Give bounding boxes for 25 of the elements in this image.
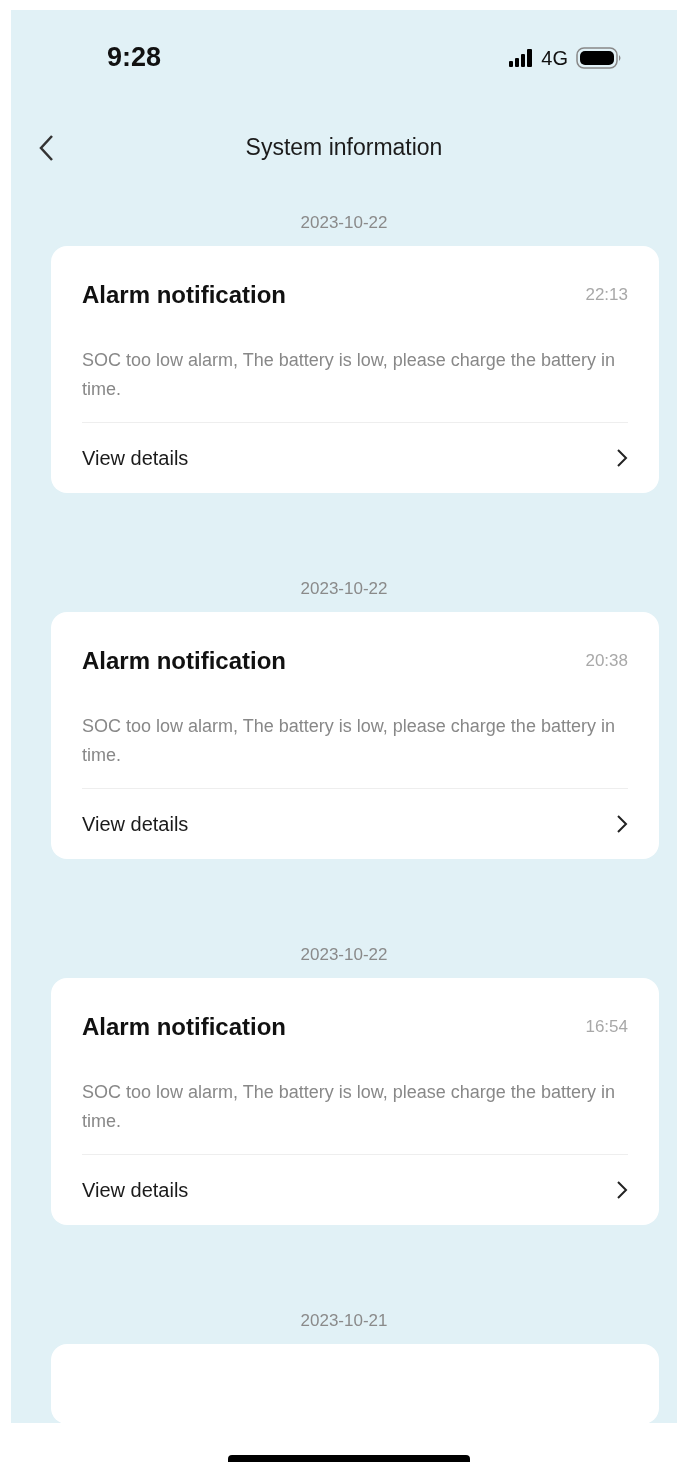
status-time: 9:28	[107, 41, 162, 75]
notification-message: SOC too low alarm, The battery is low, please charge the battery in time.	[82, 332, 628, 423]
page-title: System information	[245, 132, 443, 162]
notification-title: Alarm notification	[82, 646, 286, 676]
signal-icon	[509, 48, 534, 67]
back-button[interactable]	[38, 134, 54, 162]
network-label: 4G	[541, 45, 568, 71]
view-details-link[interactable]: View details	[82, 1155, 628, 1225]
notification-title: Alarm notification	[82, 1012, 286, 1042]
chevron-right-icon	[616, 448, 628, 468]
chevron-right-icon	[616, 814, 628, 834]
date-label: 2023-10-22	[299, 212, 389, 234]
notification-message: SOC too low alarm, The battery is low, please charge the battery in time.	[82, 698, 628, 789]
notification-time: 20:38	[585, 650, 628, 673]
date-label: 2023-10-22	[299, 578, 389, 600]
battery-icon	[576, 46, 622, 69]
notification-time: 16:54	[585, 1016, 628, 1039]
notification-message: SOC too low alarm, The battery is low, please charge the battery in time.	[82, 1064, 628, 1155]
date-label: 2023-10-21	[299, 1310, 389, 1332]
chevron-right-icon	[616, 1180, 628, 1200]
notification-title: Alarm notification	[82, 280, 286, 310]
view-details-link[interactable]: View details	[82, 789, 628, 859]
date-label: 2023-10-22	[299, 944, 389, 966]
view-details-link[interactable]: View details	[82, 423, 628, 493]
notification-time: 22:13	[585, 284, 628, 307]
